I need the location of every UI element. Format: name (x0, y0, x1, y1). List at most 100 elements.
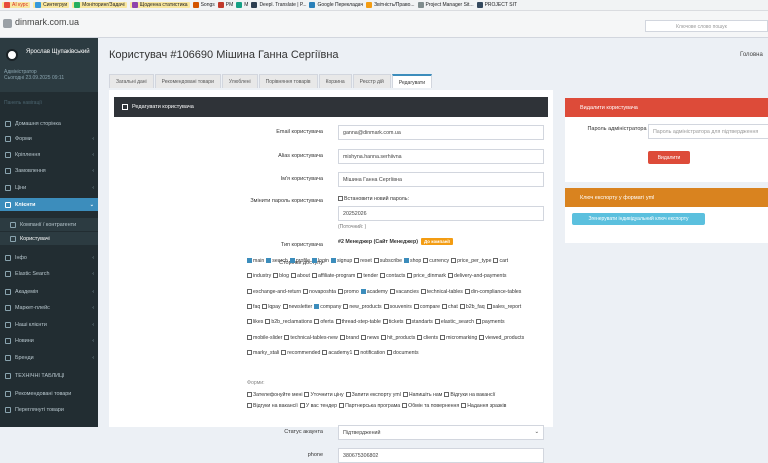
access-option[interactable]: newsletter (282, 303, 312, 310)
checkbox[interactable] (407, 273, 413, 279)
access-option[interactable]: news (360, 334, 379, 341)
access-option[interactable]: reset (354, 258, 372, 264)
checkbox[interactable] (311, 258, 317, 263)
checkbox[interactable] (247, 349, 252, 355)
tab-item[interactable]: Рекомендовані товари (154, 74, 221, 88)
checkbox[interactable] (338, 288, 343, 294)
access-option[interactable]: documents (387, 349, 419, 356)
access-option[interactable]: company (314, 303, 341, 310)
checkbox[interactable] (448, 273, 453, 279)
checkbox[interactable] (247, 258, 252, 263)
bookmark-item[interactable]: Щоденна статистика (129, 2, 190, 8)
delete-button[interactable]: Видалити (648, 151, 690, 164)
bookmark-item[interactable]: M (236, 2, 248, 8)
access-option[interactable]: b2b_reclamations (265, 319, 312, 325)
checkbox[interactable] (420, 288, 426, 294)
phone-field[interactable]: 380675306802 (338, 448, 544, 463)
tab-item[interactable]: Реєстр дій (352, 74, 391, 88)
bookmark-item[interactable]: AI курс (2, 2, 31, 8)
access-option[interactable]: din-compliance-tables (464, 288, 521, 295)
access-option[interactable]: profile (289, 258, 310, 264)
checkbox[interactable] (476, 319, 482, 325)
tab-item[interactable]: Порівняння товарів (258, 74, 318, 88)
access-option[interactable]: Відгуки на вакансії (247, 403, 298, 409)
checkbox[interactable] (434, 319, 440, 325)
access-option[interactable]: subscribe (373, 258, 402, 264)
checkbox[interactable] (382, 319, 388, 325)
sidebar-item[interactable]: Інфо ‹ (0, 251, 98, 264)
checkbox[interactable] (335, 319, 341, 325)
sidebar-item[interactable]: Ціни ‹ (0, 181, 98, 194)
sidebar-item[interactable]: Клієнти ⌄ (0, 198, 98, 211)
checkbox[interactable] (273, 273, 279, 279)
checkbox[interactable] (314, 319, 320, 325)
sidebar-item[interactable]: Маркет-плейс ‹ (0, 301, 98, 314)
checkbox[interactable] (304, 392, 310, 397)
access-option[interactable]: academy (360, 288, 388, 295)
access-option[interactable]: login (311, 258, 329, 264)
checkbox[interactable] (339, 403, 345, 408)
access-option[interactable]: Обмін та повернення (402, 403, 459, 409)
password-field[interactable]: 20252026 (338, 206, 544, 221)
checkbox[interactable] (459, 303, 465, 309)
alias-field[interactable]: mishyna.hanna.serhiivna (338, 149, 544, 164)
access-option[interactable]: hit_products (381, 334, 415, 341)
checkbox[interactable] (405, 319, 411, 325)
access-option[interactable]: faq (247, 303, 260, 310)
access-option[interactable]: price_dinmark (407, 273, 446, 279)
email-field[interactable]: ganna@dinmark.com.ua (338, 125, 544, 140)
sidebar-item[interactable]: Elastic Search ‹ (0, 267, 98, 280)
checkbox[interactable] (247, 303, 252, 309)
sidebar-item[interactable]: Наші клієнти ‹ (0, 318, 98, 331)
checkbox[interactable] (451, 258, 457, 263)
sidebar-item[interactable]: Переглянуті товари (0, 403, 98, 416)
checkbox[interactable] (289, 258, 295, 263)
access-option[interactable]: marky_stali (247, 349, 279, 356)
checkbox[interactable] (417, 334, 423, 340)
access-option[interactable]: cart (493, 258, 508, 264)
checkbox[interactable] (303, 288, 309, 294)
access-option[interactable]: recommended (281, 349, 320, 356)
checkbox[interactable] (442, 303, 448, 309)
access-option[interactable]: search (266, 258, 288, 264)
checkbox[interactable] (282, 303, 288, 309)
access-option[interactable]: delivery-and-payments (448, 273, 506, 279)
checkbox[interactable] (354, 258, 360, 263)
tab-item[interactable]: Редагувати (391, 74, 433, 88)
access-option[interactable]: academy1 (322, 349, 352, 356)
bookmark-item[interactable]: PM (217, 2, 233, 8)
checkbox[interactable] (389, 288, 395, 294)
bookmark-item[interactable]: Синтегруи (33, 2, 70, 8)
access-option[interactable]: exchange-and-return (247, 288, 301, 295)
checkbox[interactable] (339, 334, 345, 340)
access-option[interactable]: blog (273, 273, 289, 279)
sidebar-item[interactable]: Домашня сторінка (0, 117, 98, 130)
sidebar-item[interactable]: Кріплення ‹ (0, 148, 98, 161)
checkbox[interactable] (440, 334, 446, 340)
checkbox[interactable] (314, 303, 320, 309)
access-option[interactable]: payments (476, 319, 505, 325)
checkbox[interactable] (383, 303, 389, 309)
bookmark-item[interactable]: Звітність/Право... (366, 2, 415, 8)
tab-item[interactable]: Улюблені (221, 74, 258, 88)
access-option[interactable]: Надання зразків (461, 403, 506, 409)
access-option[interactable]: Уточнити ціну (304, 392, 344, 398)
access-option[interactable]: tender (357, 273, 378, 279)
bookmark-item[interactable]: Google Перекладач (309, 2, 363, 8)
access-option[interactable]: chat (442, 303, 458, 310)
access-option[interactable]: tickets (382, 319, 404, 325)
tab-item[interactable]: Загальні дані (109, 74, 154, 88)
checkbox[interactable] (360, 334, 366, 340)
checkbox[interactable] (402, 403, 408, 408)
bookmark-item[interactable]: PROJECT SIT (476, 2, 517, 8)
checkbox[interactable] (330, 258, 336, 263)
checkbox[interactable] (290, 273, 296, 279)
access-option[interactable]: vacancies (389, 288, 419, 295)
sidebar-item[interactable]: Користувачі (0, 232, 98, 245)
checkbox[interactable] (345, 392, 351, 397)
company-badge[interactable]: До компанії (421, 238, 453, 245)
access-option[interactable]: clients (417, 334, 438, 341)
checkbox[interactable] (403, 258, 409, 263)
access-option[interactable]: price_per_type (451, 258, 491, 264)
bookmark-item[interactable]: Deepl. Translate | Р... (251, 2, 306, 8)
